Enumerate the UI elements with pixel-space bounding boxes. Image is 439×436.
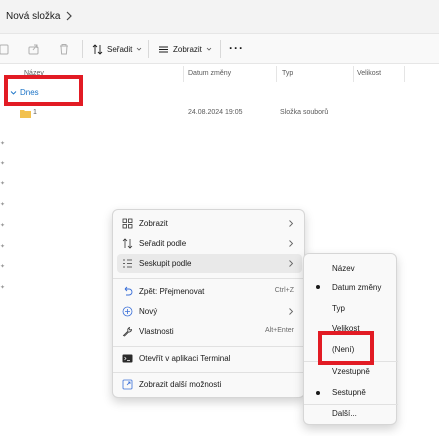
menu-item-undo-rename[interactable]: Zpět: Přejmenovat Ctrl+Z bbox=[117, 282, 302, 301]
view-button[interactable]: Zobrazit bbox=[158, 41, 212, 57]
sort-button-label: Seřadit bbox=[107, 44, 133, 54]
menu-item-new[interactable]: Nový bbox=[117, 302, 302, 321]
plus-circle-icon bbox=[122, 306, 133, 317]
pin-icon[interactable]: ✦ bbox=[0, 223, 5, 229]
delete-icon[interactable] bbox=[57, 42, 71, 56]
submenu-item-name[interactable]: Název bbox=[332, 264, 355, 273]
context-menu: Zobrazit Seřadit podle Seskupit podle Zp… bbox=[112, 209, 306, 398]
grid-icon bbox=[122, 218, 133, 229]
list-view-icon bbox=[159, 46, 168, 52]
menu-item-label: Zpět: Přejmenovat bbox=[139, 287, 205, 296]
submenu-item-descending[interactable]: Sestupně bbox=[332, 388, 366, 397]
chevron-right-icon bbox=[289, 240, 294, 247]
column-header-date[interactable]: Datum změny bbox=[188, 70, 231, 77]
chevron-right-icon bbox=[289, 220, 294, 227]
submenu-item-type[interactable]: Typ bbox=[332, 304, 345, 313]
pin-icon[interactable]: ✦ bbox=[0, 244, 5, 250]
pin-icon[interactable]: ✦ bbox=[0, 161, 5, 167]
pin-icon[interactable]: ✦ bbox=[0, 285, 5, 291]
menu-divider bbox=[113, 278, 306, 279]
menu-item-label: Zobrazit bbox=[139, 219, 168, 228]
breadcrumb-current-folder[interactable]: Nová složka bbox=[6, 11, 60, 22]
selected-bullet-icon bbox=[316, 285, 320, 289]
sort-button[interactable]: Seřadit bbox=[92, 41, 142, 57]
pin-icon[interactable]: ✦ bbox=[0, 181, 5, 187]
chevron-right-icon[interactable] bbox=[64, 10, 74, 22]
menu-item-shortcut: Ctrl+Z bbox=[274, 287, 294, 294]
sort-icon bbox=[92, 43, 103, 55]
menu-item-open-terminal[interactable]: Otevřít v aplikaci Terminal bbox=[117, 349, 302, 368]
menu-item-label: Vlastnosti bbox=[139, 327, 174, 336]
column-divider[interactable] bbox=[404, 66, 405, 82]
menu-item-view[interactable]: Zobrazit bbox=[117, 214, 302, 233]
submenu-item-more[interactable]: Další... bbox=[332, 409, 357, 418]
selected-bullet-icon bbox=[316, 391, 320, 395]
folder-icon bbox=[20, 110, 31, 118]
group-icon bbox=[123, 259, 132, 268]
menu-divider bbox=[304, 404, 398, 405]
menu-item-properties[interactable]: Vlastnosti Alt+Enter bbox=[117, 322, 302, 341]
menu-item-shortcut: Alt+Enter bbox=[265, 327, 294, 334]
file-type: Složka souborů bbox=[280, 109, 329, 116]
menu-divider bbox=[113, 372, 306, 373]
annotation-highlight-box bbox=[4, 75, 83, 106]
column-divider[interactable] bbox=[183, 66, 184, 82]
address-bar: Nová složka bbox=[0, 0, 439, 34]
menu-item-label: Nový bbox=[139, 307, 158, 316]
menu-item-show-more-options[interactable]: Zobrazit další možnosti bbox=[117, 375, 302, 394]
more-options-icon bbox=[122, 379, 133, 390]
terminal-icon bbox=[122, 354, 133, 363]
file-name: 1 bbox=[33, 109, 37, 116]
chevron-right-icon bbox=[289, 260, 294, 267]
file-date: 24.08.2024 19:05 bbox=[188, 109, 243, 116]
share-icon[interactable] bbox=[27, 42, 41, 56]
toolbar-divider bbox=[220, 40, 221, 58]
undo-icon bbox=[124, 286, 133, 296]
column-header-size[interactable]: Velikost bbox=[357, 70, 381, 77]
chevron-right-icon bbox=[289, 308, 294, 315]
menu-divider bbox=[113, 346, 306, 347]
wrench-icon bbox=[122, 326, 132, 337]
command-bar: Seřadit Zobrazit ··· bbox=[0, 34, 439, 64]
toolbar-divider bbox=[82, 40, 83, 58]
file-row[interactable]: 1 24.08.2024 19:05 Složka souborů bbox=[20, 108, 420, 120]
toolbar-divider bbox=[148, 40, 149, 58]
column-divider[interactable] bbox=[276, 66, 277, 82]
menu-item-label: Zobrazit další možnosti bbox=[139, 380, 222, 389]
chevron-down-icon bbox=[137, 47, 142, 51]
pin-icon[interactable]: ✦ bbox=[0, 141, 5, 147]
sort-icon bbox=[122, 238, 133, 249]
chevron-down-icon bbox=[206, 47, 212, 51]
more-options-button[interactable]: ··· bbox=[229, 41, 244, 55]
view-button-label: Zobrazit bbox=[173, 44, 202, 54]
menu-item-label: Seřadit podle bbox=[139, 239, 187, 248]
menu-item-label: Seskupit podle bbox=[139, 259, 192, 268]
annotation-highlight-box bbox=[318, 331, 374, 365]
menu-item-sort-by[interactable]: Seřadit podle bbox=[117, 234, 302, 253]
pin-icon[interactable]: ✦ bbox=[0, 202, 5, 208]
column-header-type[interactable]: Typ bbox=[282, 70, 293, 77]
submenu-item-date-modified[interactable]: Datum změny bbox=[332, 283, 381, 292]
pin-icon[interactable]: ✦ bbox=[0, 264, 5, 270]
menu-item-label: Otevřít v aplikaci Terminal bbox=[139, 354, 231, 363]
submenu-item-ascending[interactable]: Vzestupně bbox=[332, 367, 370, 376]
menu-item-group-by[interactable]: Seskupit podle bbox=[117, 254, 302, 273]
column-divider[interactable] bbox=[353, 66, 354, 82]
copy-icon[interactable] bbox=[0, 42, 12, 56]
